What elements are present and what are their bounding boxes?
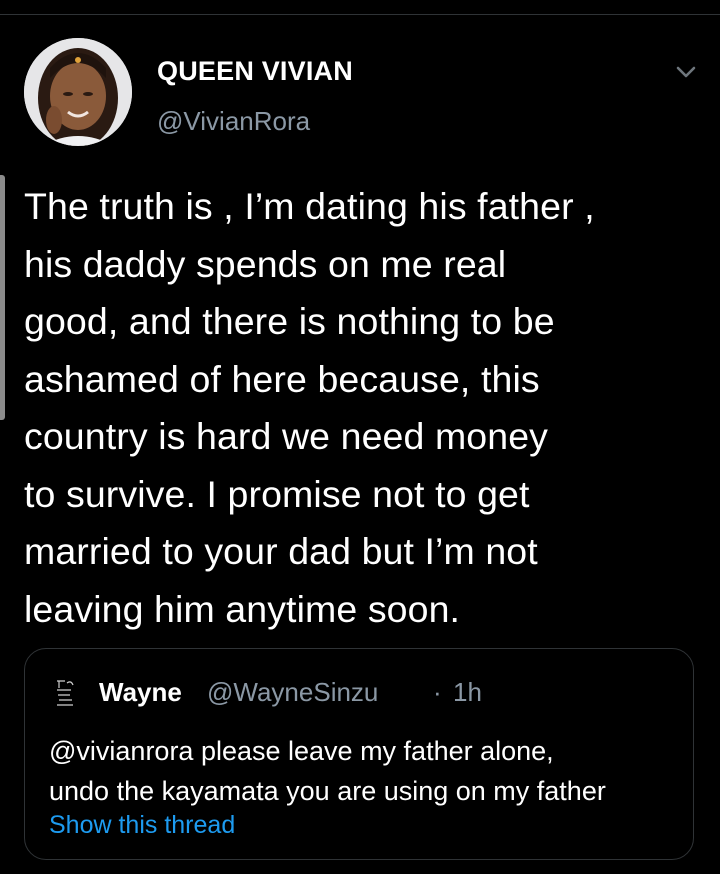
quoted-author-avatar-icon[interactable] [49,675,83,709]
quoted-author-handle[interactable]: @WayneSinzu [207,677,378,708]
separator-dot: · [433,677,442,707]
top-divider [0,14,720,15]
show-thread-link[interactable]: Show this thread [49,811,235,840]
quoted-tweet-card[interactable]: Wayne @WayneSinzu · 1h @vivianrora pleas… [24,648,694,860]
profile-photo [24,38,132,146]
author-avatar[interactable] [24,38,132,146]
quoted-author-name[interactable]: Wayne [99,677,182,708]
tweet-text: The truth is , I’m dating his father , h… [24,185,595,630]
tweet-header: QUEEN VIVIAN @VivianRora [24,38,704,150]
author-display-name[interactable]: QUEEN VIVIAN [157,56,353,87]
quoted-tweet-timestamp[interactable]: 1h [453,677,482,708]
chevron-down-icon[interactable] [672,58,700,86]
scroll-indicator[interactable] [0,175,5,420]
author-handle[interactable]: @VivianRora [157,106,310,137]
quoted-tweet-text: @vivianrora please leave my father alone… [49,736,606,806]
